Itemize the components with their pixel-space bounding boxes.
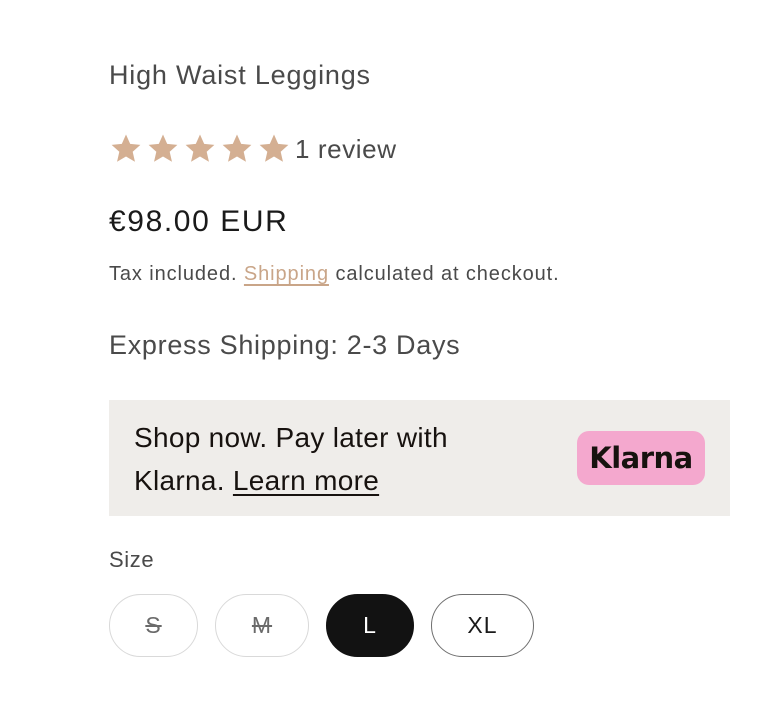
product-price: €98.00 EUR [109,205,289,238]
express-shipping-note: Express Shipping: 2-3 Days [109,330,461,360]
klarna-line-2: Klarna. Learn more [134,459,448,502]
klarna-message: Shop now. Pay later with Klarna. Learn m… [134,416,448,502]
size-option-label: M [251,612,273,638]
learn-more-link[interactable]: Learn more [233,465,379,496]
size-label: Size [109,547,155,572]
star-icon [259,134,289,162]
star-icon [185,134,215,162]
calculated-at-checkout-text: calculated at checkout. [335,263,560,285]
size-option-label: L [363,612,377,638]
klarna-logo-badge: Klarna [577,431,705,485]
size-option-label: S [145,612,162,638]
klarna-banner: Shop now. Pay later with Klarna. Learn m… [109,400,730,516]
rating-row[interactable]: 1 review [109,132,397,166]
star-icon [111,134,141,162]
size-option-label: XL [467,612,498,638]
star-rating [109,132,291,166]
size-selector: S M L XL [109,594,534,657]
shipping-link[interactable]: Shipping [244,263,329,285]
size-option-m[interactable]: M [215,594,309,657]
klarna-line-1: Shop now. Pay later with [134,422,448,453]
tax-included-text: Tax included. [109,263,238,285]
size-option-l[interactable]: L [326,594,414,657]
product-title: High Waist Leggings [109,60,371,90]
size-option-s[interactable]: S [109,594,198,657]
star-icon [222,134,252,162]
size-option-xl[interactable]: XL [431,594,534,657]
star-icon [148,134,178,162]
tax-shipping-note: Tax included. Shipping calculated at che… [109,263,560,286]
review-count-link[interactable]: 1 review [295,134,397,165]
klarna-prefix: Klarna. [134,465,225,496]
klarna-logo: Klarna [589,441,693,475]
